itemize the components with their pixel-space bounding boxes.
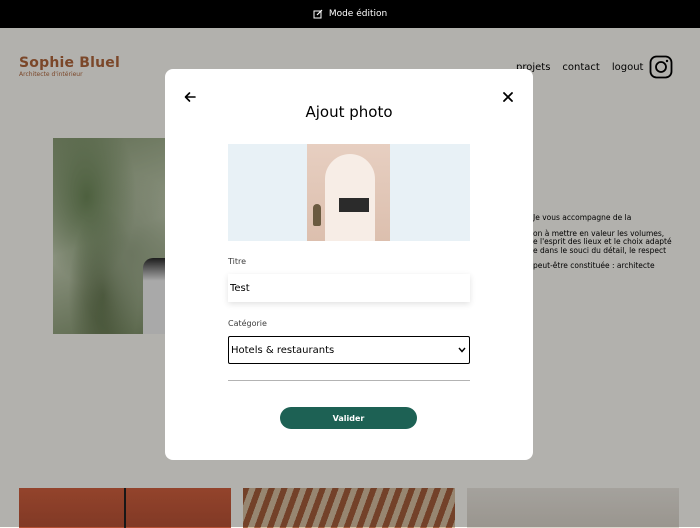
edit-mode-bar: Mode édition <box>0 0 700 28</box>
arrow-left-icon[interactable] <box>183 89 197 103</box>
title-input[interactable] <box>228 274 470 302</box>
modal-title: Ajout photo <box>305 103 393 121</box>
add-photo-modal: Ajout photo Titre Catégorie Hotels & res… <box>165 69 533 460</box>
close-icon[interactable] <box>501 89 515 103</box>
chevron-down-icon <box>458 345 466 356</box>
photo-preview[interactable] <box>228 144 470 241</box>
edit-mode-label: Mode édition <box>328 9 388 19</box>
category-label: Catégorie <box>228 319 267 328</box>
category-select[interactable]: Hotels & restaurants <box>228 336 470 364</box>
divider <box>228 380 470 381</box>
edit-icon <box>313 9 323 19</box>
preview-image <box>307 144 390 241</box>
submit-button[interactable]: Valider <box>280 407 417 429</box>
title-label: Titre <box>228 257 247 266</box>
category-selected-value: Hotels & restaurants <box>231 344 335 356</box>
